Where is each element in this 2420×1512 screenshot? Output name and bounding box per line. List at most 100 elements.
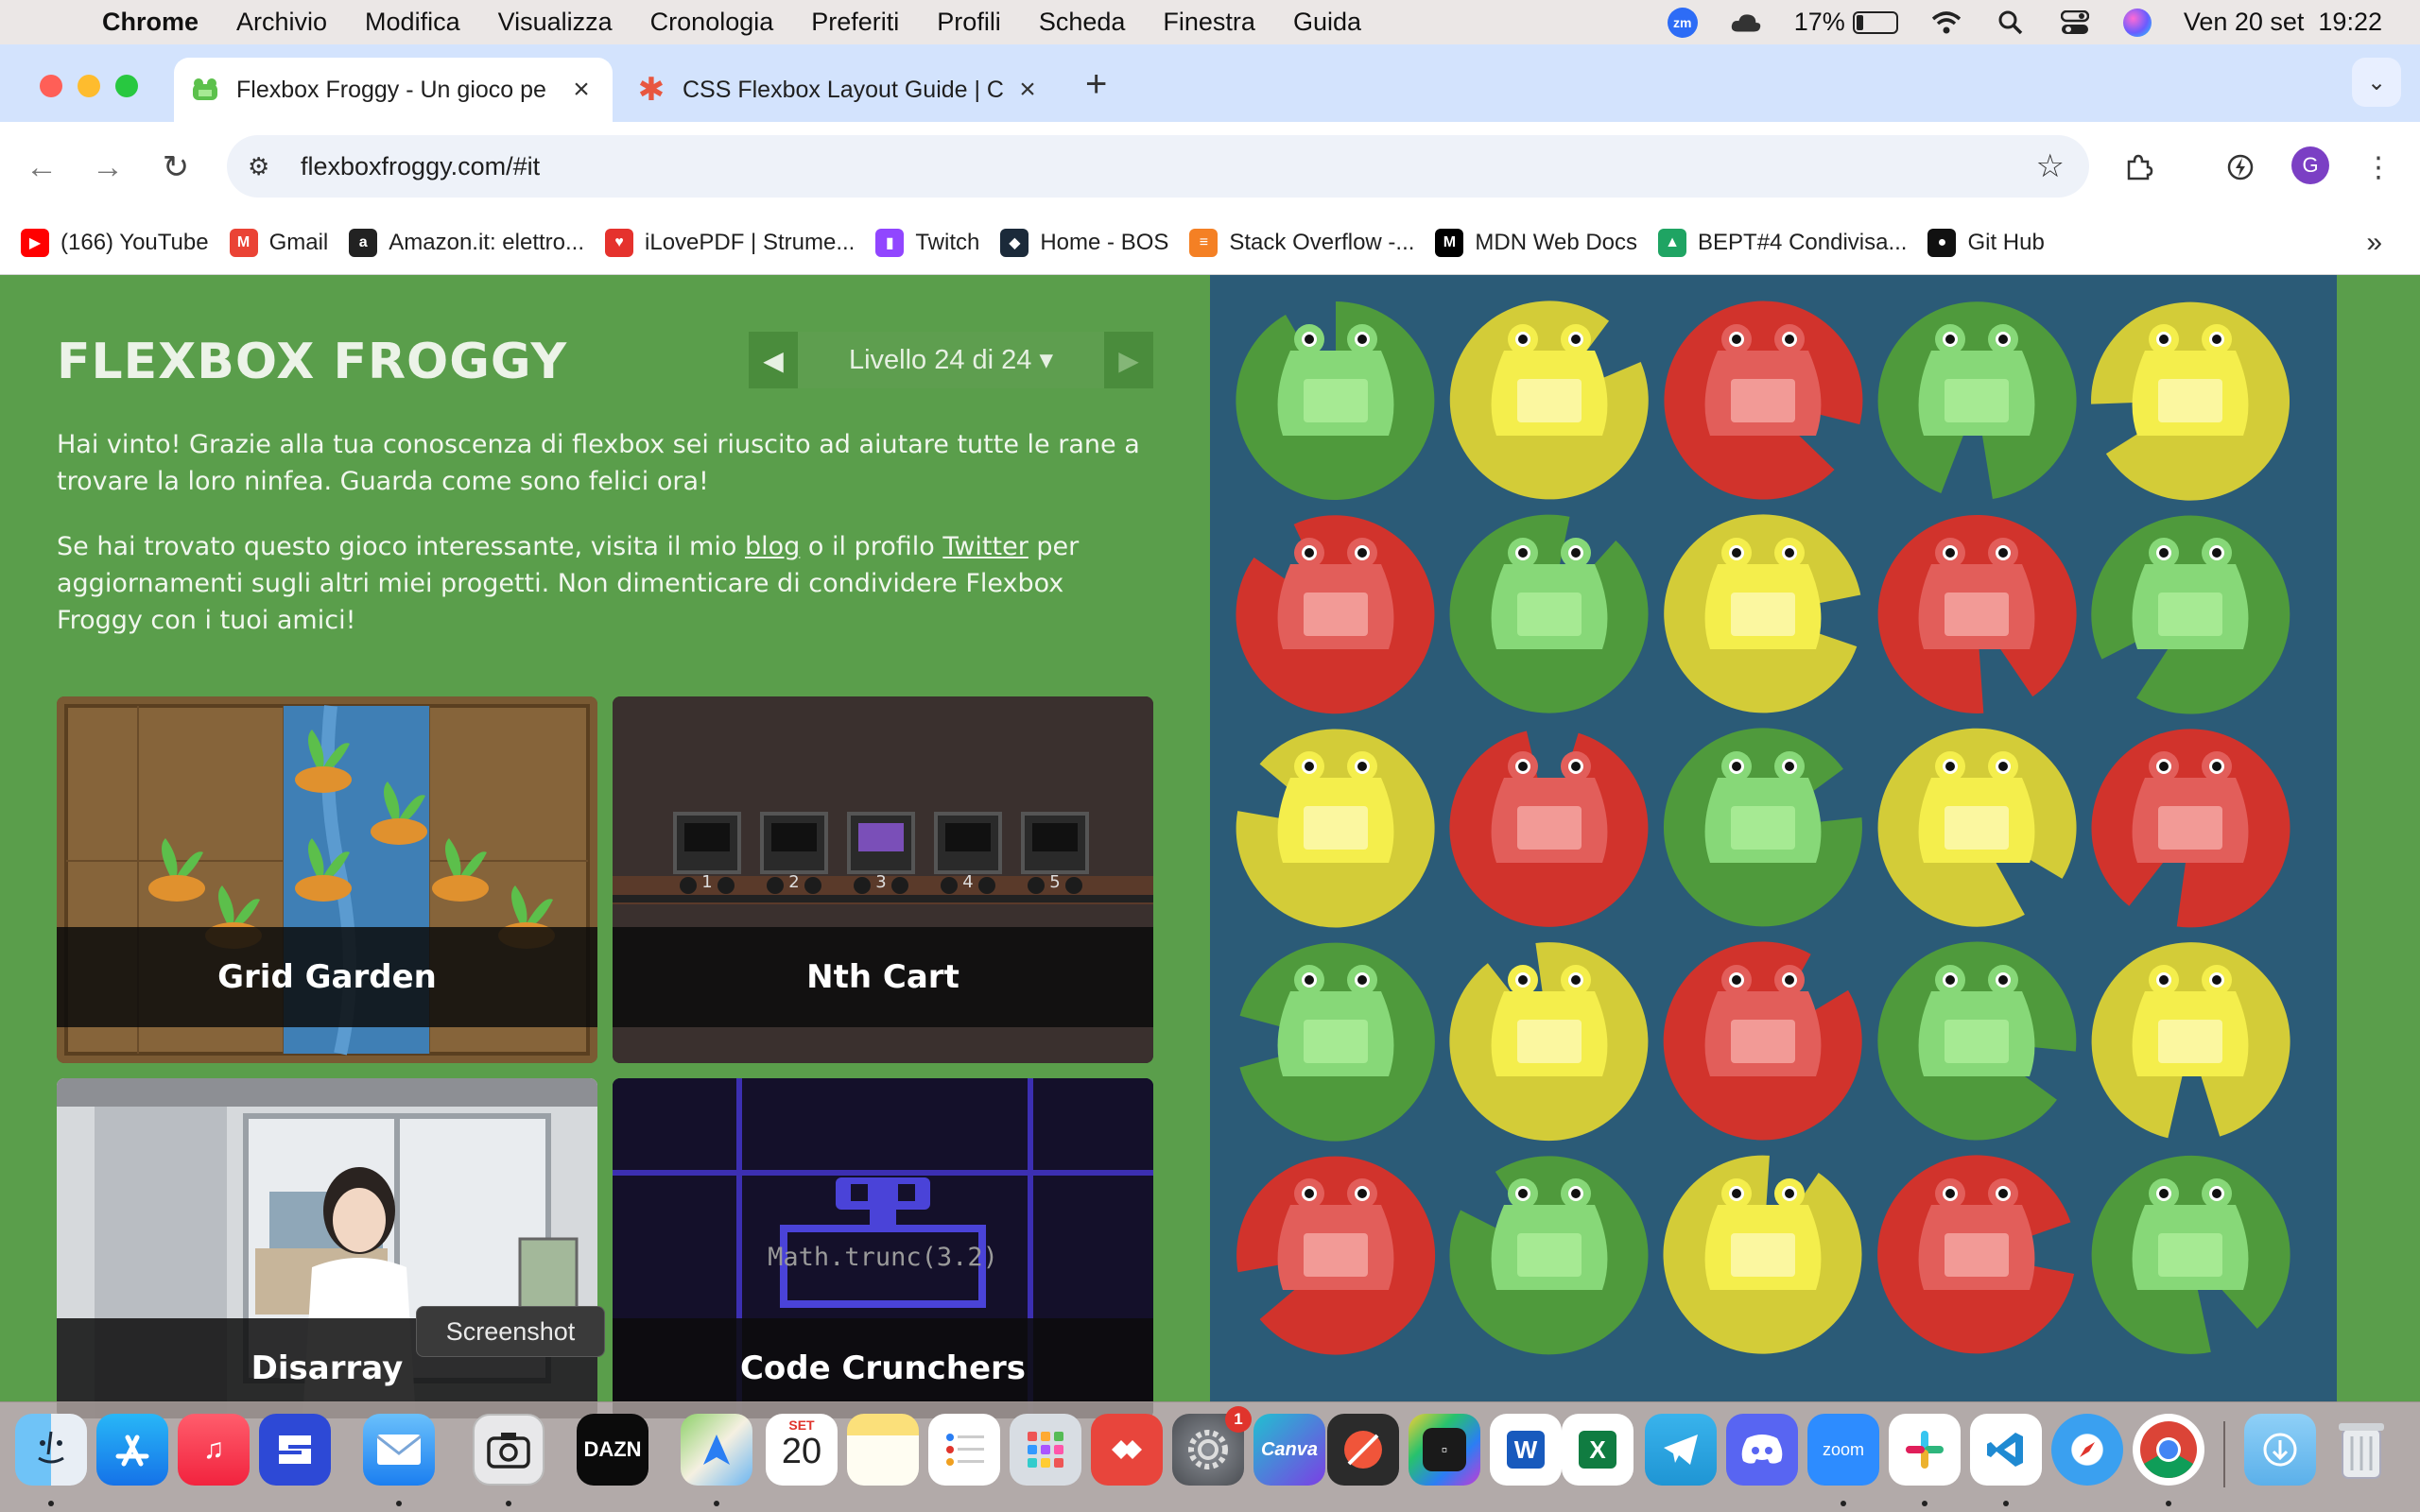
card-title: Grid Garden [57, 927, 597, 1027]
zoom-menubar-icon[interactable]: zm [1667, 7, 1698, 38]
notes-icon[interactable] [847, 1414, 919, 1486]
bookmark-twitch[interactable]: ▮ Twitch [875, 228, 979, 257]
menu-preferiti[interactable]: Preferiti [811, 8, 899, 37]
dazn-icon[interactable]: DAZN [577, 1414, 648, 1486]
word-icon[interactable]: W [1490, 1414, 1562, 1486]
menu-app-chrome[interactable]: Chrome [102, 8, 199, 37]
share-text-part: Se hai trovato questo gioco interessante… [57, 532, 745, 561]
bookmarks-overflow-chevron-icon[interactable]: » [2366, 227, 2382, 259]
cloud-icon[interactable] [1730, 7, 1762, 39]
battery-status[interactable]: 17% [1794, 8, 1898, 37]
level-selector[interactable]: Livello 24 di 24 ▾ [798, 332, 1104, 388]
tab-css-flexbox-guide[interactable]: ✱ CSS Flexbox Layout Guide | C × [620, 58, 1059, 122]
canva-label: Canva [1260, 1438, 1319, 1460]
zoom-icon[interactable]: zoom [1807, 1414, 1879, 1486]
bookmark-star-icon[interactable]: ☆ [2036, 147, 2065, 185]
reload-icon[interactable]: ↻ [153, 145, 199, 190]
bookmark-amazon[interactable]: a Amazon.it: elettro... [349, 228, 584, 257]
page-content: FLEXBOX FROGGY ◀ Livello 24 di 24 ▾ ▶ Ha… [0, 275, 2420, 1418]
bookmark-youtube[interactable]: ▶ (166) YouTube [21, 228, 209, 257]
browser-tab-strip: Flexbox Froggy - Un gioco pe × ✱ CSS Fle… [0, 44, 2420, 122]
disarray-card[interactable]: Disarray [57, 1078, 597, 1418]
canva-icon[interactable]: Canva [1253, 1414, 1325, 1486]
blog-link[interactable]: blog [745, 532, 800, 561]
back-arrow-icon[interactable]: ← [19, 145, 64, 190]
chrome-menu-icon[interactable]: ⋮ [2356, 145, 2401, 190]
win-message: Hai vinto! Grazie alla tua conoscenza di… [57, 426, 1153, 667]
bookmark-gmail[interactable]: M Gmail [229, 228, 328, 257]
performance-icon[interactable] [2218, 145, 2263, 190]
trash-icon[interactable] [2325, 1414, 2397, 1486]
vscode-icon[interactable] [1970, 1414, 2042, 1486]
chrome-icon[interactable] [2133, 1414, 2204, 1486]
menu-cronologia[interactable]: Cronologia [650, 8, 774, 37]
site-settings-icon[interactable]: ⚙ [248, 152, 285, 181]
grid-garden-card[interactable]: Grid Garden [57, 696, 597, 1063]
music-icon[interactable]: ♫ [178, 1414, 250, 1486]
previous-level-arrow-icon[interactable]: ◀ [749, 332, 798, 388]
calendar-day: 20 [781, 1432, 822, 1471]
mail-icon[interactable] [363, 1414, 435, 1486]
menu-visualizza[interactable]: Visualizza [498, 8, 613, 37]
bookmark-mdn[interactable]: M MDN Web Docs [1435, 228, 1637, 257]
system-settings-icon[interactable]: 1 [1172, 1406, 1252, 1486]
excel-icon[interactable]: X [1562, 1414, 1634, 1486]
new-tab-button[interactable]: + [1085, 63, 1107, 106]
tab-close-icon[interactable]: × [567, 74, 596, 106]
launchpad-icon[interactable] [1010, 1414, 1081, 1486]
address-bar[interactable]: ⚙ flexboxfroggy.com/#it ☆ [227, 135, 2089, 198]
bookmark-bos[interactable]: ◆ Home - BOS [1000, 228, 1168, 257]
screenshot-icon[interactable] [473, 1414, 544, 1486]
next-level-arrow-icon[interactable]: ▶ [1104, 332, 1153, 388]
control-center-icon[interactable] [2059, 7, 2091, 39]
window-close-button[interactable] [40, 75, 62, 97]
bookmark-ilovepdf[interactable]: ♥ iLovePDF | Strume... [605, 228, 855, 257]
window-zoom-button[interactable] [115, 75, 138, 97]
app-store-icon[interactable] [96, 1414, 168, 1486]
twitter-link[interactable]: Twitter [942, 532, 1028, 561]
safari-icon[interactable] [2051, 1414, 2123, 1486]
downloads-folder-icon[interactable] [2244, 1414, 2316, 1486]
siri-icon[interactable] [2122, 8, 2152, 37]
bookmark-label: Git Hub [1967, 229, 2045, 255]
spotlight-search-icon[interactable] [1995, 7, 2027, 39]
menu-modifica[interactable]: Modifica [365, 8, 460, 37]
menu-scheda[interactable]: Scheda [1039, 8, 1126, 37]
url-text[interactable]: flexboxfroggy.com/#it [301, 152, 540, 181]
maps-icon[interactable] [681, 1414, 752, 1486]
nth-cart-card[interactable]: 1 2 3 4 5 Nth Cart [613, 696, 1153, 1063]
notification-badge: 1 [1225, 1406, 1252, 1433]
tab-flexbox-froggy[interactable]: Flexbox Froggy - Un gioco pe × [174, 58, 613, 122]
extensions-puzzle-icon[interactable] [2116, 145, 2161, 190]
menu-guida[interactable]: Guida [1293, 8, 1361, 37]
bookmarks-bar: ▶ (166) YouTube M Gmail a Amazon.it: elettro.… [0, 211, 2420, 275]
tab-search-chevron-icon[interactable]: ⌄ [2352, 58, 2401, 107]
tab-close-icon[interactable]: × [1013, 74, 1042, 106]
reminders-icon[interactable] [928, 1414, 1000, 1486]
red-frog-on-lilypad [1870, 1148, 2083, 1362]
window-minimize-button[interactable] [78, 75, 100, 97]
menu-archivio[interactable]: Archivio [236, 8, 327, 37]
ilovepdf-icon: ♥ [605, 228, 634, 257]
menubar-datetime[interactable]: Ven 20 set 19:22 [2184, 8, 2382, 37]
scribd-style-app-icon[interactable] [259, 1414, 331, 1486]
screen-capture-app-icon[interactable]: ▫ [1409, 1414, 1480, 1486]
running-indicator [714, 1501, 719, 1506]
telegram-icon[interactable] [1645, 1414, 1717, 1486]
discord-icon[interactable] [1726, 1414, 1798, 1486]
bookmark-stackoverflow[interactable]: ≡ Stack Overflow -... [1189, 228, 1414, 257]
menu-finestra[interactable]: Finestra [1163, 8, 1255, 37]
finder-icon[interactable] [15, 1414, 87, 1486]
wifi-icon[interactable] [1930, 7, 1962, 39]
slack-icon[interactable] [1889, 1414, 1961, 1486]
compass-app-icon[interactable] [1327, 1414, 1399, 1486]
calendar-icon[interactable]: SET 20 [766, 1414, 838, 1486]
bookmark-google-drive[interactable]: ▲ BEPT#4 Condivisa... [1658, 228, 1907, 257]
menu-profili[interactable]: Profili [937, 8, 1001, 37]
profile-avatar[interactable]: G [2291, 146, 2329, 184]
code-crunchers-card[interactable]: Math.trunc(3.2) Code Crunchers [613, 1078, 1153, 1418]
anydesk-style-icon[interactable] [1091, 1414, 1163, 1486]
bookmark-github[interactable]: ● Git Hub [1927, 228, 2045, 257]
forward-arrow-icon[interactable]: → [85, 145, 130, 190]
youtube-icon: ▶ [21, 228, 49, 257]
